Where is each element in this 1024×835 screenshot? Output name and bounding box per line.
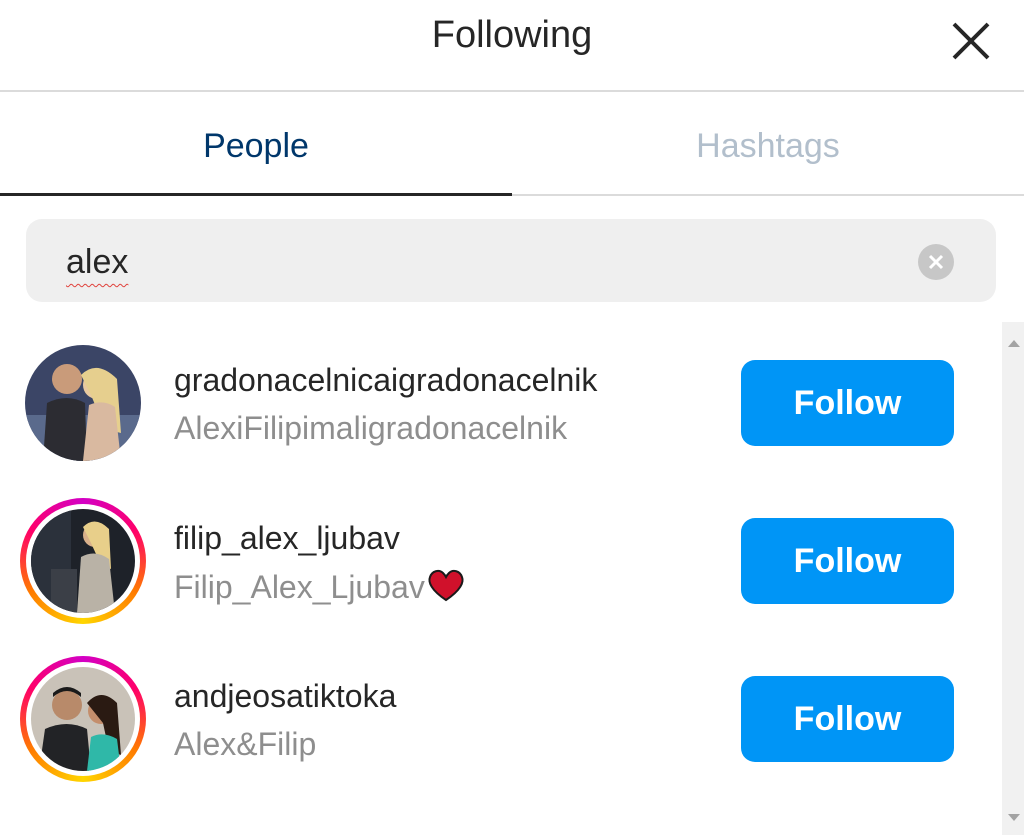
follow-button[interactable]: Follow: [741, 518, 954, 604]
tab-bar: People Hashtags: [0, 92, 1024, 196]
username[interactable]: filip_alex_ljubav: [174, 520, 400, 557]
full-name: Filip_Alex_Ljubav: [174, 568, 465, 606]
full-name: Alex&Filip: [174, 726, 317, 762]
heart-icon: [428, 569, 464, 602]
follow-button[interactable]: Follow: [741, 676, 954, 762]
close-button[interactable]: [944, 12, 1000, 68]
scroll-down-arrow-icon[interactable]: [1008, 814, 1020, 821]
search-input[interactable]: alex: [66, 243, 128, 282]
avatar-image: [25, 345, 141, 461]
avatar-image: [31, 509, 135, 613]
avatar-image: [31, 667, 135, 771]
dialog-header: Following: [0, 0, 1024, 92]
tab-hashtags[interactable]: Hashtags: [512, 92, 1024, 196]
clear-search-button[interactable]: [918, 244, 954, 280]
scroll-up-arrow-icon[interactable]: [1008, 340, 1020, 347]
follow-button[interactable]: Follow: [741, 360, 954, 446]
list-item[interactable]: gradonacelnicaigradonacelnik AlexiFilipi…: [0, 322, 1000, 472]
list-item[interactable]: filip_alex_ljubav Filip_Alex_Ljubav Foll…: [0, 480, 1000, 630]
clear-icon[interactable]: [918, 244, 954, 280]
avatar-story-ring[interactable]: [20, 656, 146, 782]
tab-people[interactable]: People: [0, 92, 512, 196]
scrollbar[interactable]: [1002, 322, 1024, 835]
results-list: gradonacelnicaigradonacelnik AlexiFilipi…: [0, 322, 1024, 835]
username[interactable]: andjeosatiktoka: [174, 678, 396, 715]
search-field[interactable]: alex: [26, 219, 996, 302]
close-icon[interactable]: [944, 12, 1000, 68]
full-name-text: Filip_Alex_Ljubav: [174, 569, 425, 605]
list-item[interactable]: andjeosatiktoka Alex&Filip Follow: [0, 638, 1000, 788]
avatar-story-ring[interactable]: [20, 498, 146, 624]
full-name: AlexiFilipimaligradonacelnik: [174, 410, 568, 446]
username[interactable]: gradonacelnicaigradonacelnik: [174, 362, 597, 399]
dialog-title: Following: [431, 14, 593, 56]
avatar[interactable]: [25, 345, 141, 461]
